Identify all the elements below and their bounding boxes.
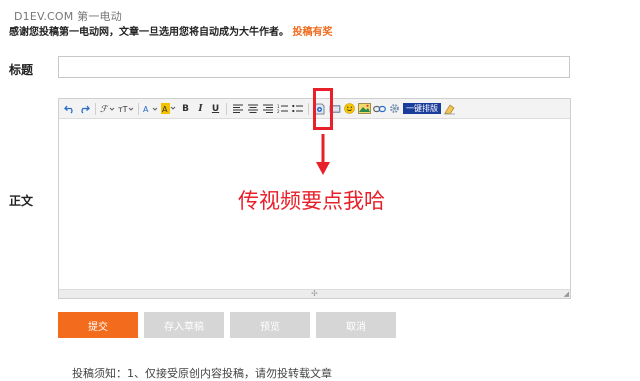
align-right-icon[interactable] [261,102,274,116]
svg-text:A: A [162,105,168,114]
preview-button[interactable]: 预览 [230,312,310,338]
svg-text:тT: тT [118,105,128,114]
title-label: 标题 [9,63,34,77]
typeset-button[interactable]: 一键排版 [403,103,441,114]
body-label: 正文 [9,194,34,208]
align-center-icon[interactable] [246,102,259,116]
submit-button[interactable]: 提交 [58,312,138,338]
toolbar-divider [138,102,139,115]
save-draft-button[interactable]: 存入草稿 [144,312,224,338]
clear-icon[interactable] [443,102,456,116]
site-watermark: D1EV.COM 第一电动 [14,10,122,23]
settings-icon[interactable] [388,102,401,116]
annotation-text: 传视频要点我哈 [238,189,385,213]
highlight-color-icon[interactable]: A [161,102,177,116]
redo-icon[interactable] [78,102,91,116]
cancel-button[interactable]: 取消 [316,312,396,338]
unordered-list-icon[interactable] [291,102,304,116]
italic-icon[interactable]: I [194,102,207,116]
toolbar-divider [226,102,227,115]
font-color-icon[interactable]: A [143,102,159,116]
resize-corner-icon[interactable]: ◢ [564,290,569,298]
title-input[interactable] [58,56,570,78]
image-icon[interactable] [358,102,371,116]
submission-guidelines: 投稿须知：1、仅接受原创内容投稿，请勿投转载文章 [72,367,332,380]
font-size-icon[interactable]: тT [118,102,134,116]
toolbar-divider [308,102,309,115]
toolbar-divider [95,102,96,115]
link-icon[interactable] [373,102,386,116]
submission-notice: 感谢您投稿第一电动网，文章一旦选用您将自动成为大牛作者。 投稿有奖 [9,23,332,38]
contest-link[interactable]: 投稿有奖 [292,27,332,38]
undo-icon[interactable] [63,102,76,116]
underline-icon[interactable]: U [209,102,222,116]
svg-text:2: 2 [277,109,280,113]
svg-text:ℱ: ℱ [100,105,109,114]
ordered-list-icon[interactable]: 12 [276,102,289,116]
annotation-arrow [316,134,330,175]
resize-grip-icon[interactable]: ✢ [311,290,318,298]
font-family-icon[interactable]: ℱ [100,102,116,116]
align-left-icon[interactable] [231,102,244,116]
bold-icon[interactable]: B [179,102,192,116]
emotion-icon[interactable] [343,102,356,116]
notice-text: 感谢您投稿第一电动网，文章一旦选用您将自动成为大牛作者。 [9,27,289,38]
video-button-highlight [313,88,333,130]
svg-text:A: A [143,105,149,114]
editor-resize-bar[interactable]: ✢ ◢ [59,289,570,298]
